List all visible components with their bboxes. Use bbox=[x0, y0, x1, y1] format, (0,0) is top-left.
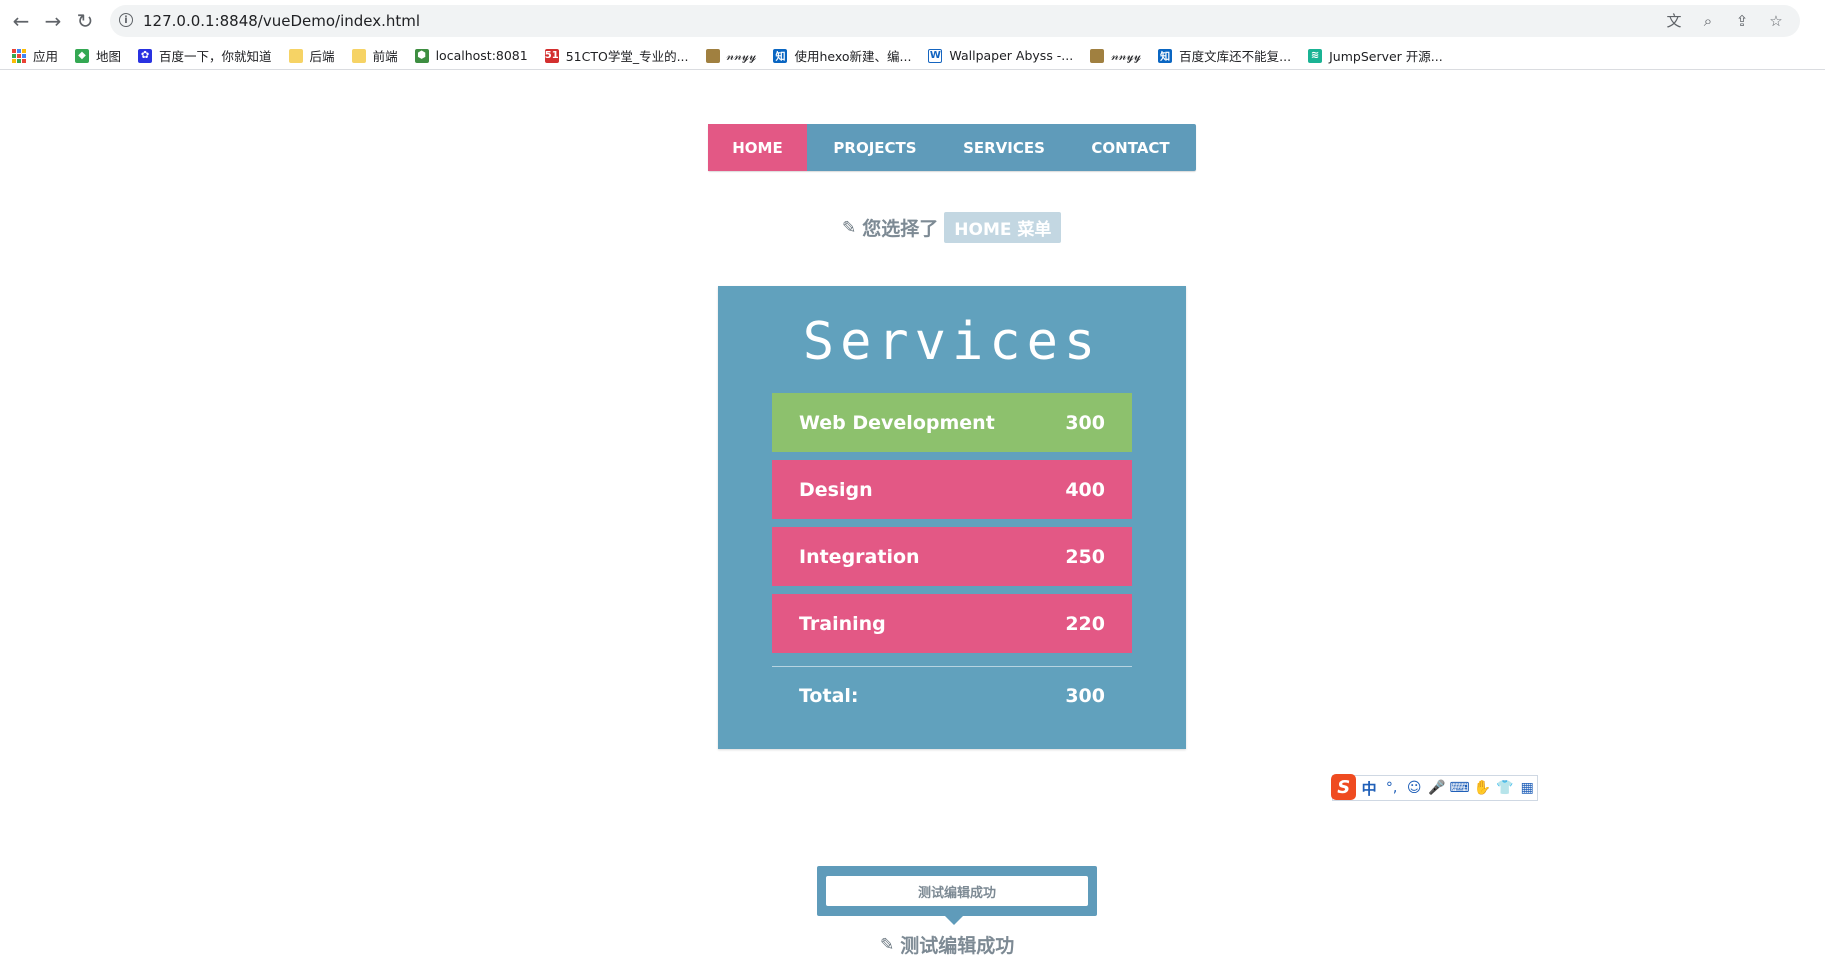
services-title: Services bbox=[802, 312, 1102, 372]
bookmark-label: 百度一下，你就知道 bbox=[159, 49, 272, 64]
menu-item-home[interactable]: HOME bbox=[708, 124, 807, 171]
service-item-training[interactable]: Training 220 bbox=[772, 594, 1132, 653]
service-item-design[interactable]: Design 400 bbox=[772, 460, 1132, 519]
avatar-icon bbox=[705, 48, 720, 63]
bookmark-label: 百度文库还不能复... bbox=[1179, 49, 1292, 64]
browser-toolbar: ← → ↻ i 127.0.0.1:8848/vueDemo/index.htm… bbox=[0, 0, 1825, 40]
bookmark-localhost[interactable]: ⬢ localhost:8081 bbox=[414, 48, 528, 63]
main-menu: HOME PROJECTS SERVICES CONTACT bbox=[708, 124, 1196, 171]
jumpserver-icon: ≋ bbox=[1308, 48, 1323, 63]
ime-emoji-icon[interactable]: ☺ bbox=[1404, 777, 1424, 799]
baidu-paw-icon: ✿ bbox=[138, 48, 153, 63]
pencil-icon: ✎ bbox=[880, 934, 895, 955]
selected-menu-badge: HOME 菜单 bbox=[944, 212, 1062, 243]
bookmark-label: Wallpaper Abyss -... bbox=[949, 48, 1074, 63]
address-bar[interactable]: i 127.0.0.1:8848/vueDemo/index.html 文 ⌕ … bbox=[110, 5, 1800, 37]
forward-arrow-icon[interactable]: → bbox=[40, 8, 66, 34]
edit-input[interactable] bbox=[826, 876, 1088, 906]
service-price: 220 bbox=[1065, 612, 1105, 635]
bookmark-wallpaper-abyss[interactable]: W Wallpaper Abyss -... bbox=[928, 48, 1073, 63]
service-name: Training bbox=[799, 612, 886, 635]
menu-item-contact[interactable]: CONTACT bbox=[1065, 124, 1196, 171]
ime-toolbox-icon[interactable]: ▦ bbox=[1517, 777, 1537, 799]
ime-voice-icon[interactable]: 🎤 bbox=[1427, 777, 1447, 799]
ime-keyboard-icon[interactable]: ⌨ bbox=[1449, 777, 1469, 799]
bookmark-maps[interactable]: ◆ 地图 bbox=[75, 46, 121, 65]
zhihu-icon: 知 bbox=[1158, 48, 1173, 63]
sogou-logo-icon[interactable]: S bbox=[1331, 774, 1357, 800]
edited-text-display: ✎ 测试编辑成功 bbox=[880, 931, 1014, 958]
ime-handwriting-icon[interactable]: ✋ bbox=[1472, 777, 1492, 799]
service-name: Design bbox=[799, 478, 873, 501]
site-info-icon[interactable]: i bbox=[119, 13, 133, 27]
total-label: Total: bbox=[799, 685, 859, 707]
bookmark-label: 𝓃𝓃𝓎𝓎 bbox=[726, 47, 757, 63]
service-price: 400 bbox=[1065, 478, 1105, 501]
bookmark-label: 前端 bbox=[372, 49, 398, 64]
ime-toolbar: S 中 °, ☺ 🎤 ⌨ ✋ 👕 ▦ bbox=[1331, 774, 1538, 801]
wallpaper-abyss-icon: W bbox=[928, 48, 943, 63]
bookmark-label: localhost:8081 bbox=[435, 48, 528, 63]
bookmark-label: 𝓃𝓃𝓎𝓎 bbox=[1111, 47, 1142, 63]
51cto-icon: 51 bbox=[544, 48, 559, 63]
zhihu-icon: 知 bbox=[773, 48, 788, 63]
bookmark-label: 51CTO学堂_专业的... bbox=[565, 49, 689, 64]
bookmark-jumpserver[interactable]: ≋ JumpServer 开源... bbox=[1308, 46, 1443, 65]
ime-punctuation-icon[interactable]: °, bbox=[1382, 777, 1402, 799]
share-icon[interactable]: ⇪ bbox=[1732, 11, 1752, 31]
menu-item-projects[interactable]: PROJECTS bbox=[807, 124, 943, 171]
total-divider bbox=[772, 666, 1132, 667]
total-value: 300 bbox=[1065, 685, 1105, 707]
selected-prefix: 您选择了 bbox=[862, 218, 939, 240]
bookmarks-bar: 应用 ◆ 地图 ✿ 百度一下，你就知道 后端 前端 ⬢ localhost:80… bbox=[0, 42, 1825, 70]
bookmark-51cto[interactable]: 51 51CTO学堂_专业的... bbox=[544, 46, 689, 65]
bookmark-baidu[interactable]: ✿ 百度一下，你就知道 bbox=[138, 46, 272, 65]
bookmark-label: JumpServer 开源... bbox=[1329, 49, 1443, 64]
service-price: 250 bbox=[1065, 545, 1105, 568]
bookmark-label: 后端 bbox=[309, 49, 335, 64]
bookmark-baidu-wenku[interactable]: 知 百度文库还不能复... bbox=[1158, 46, 1291, 65]
cube-icon: ⬢ bbox=[414, 48, 429, 63]
edit-tooltip bbox=[817, 866, 1097, 925]
service-price: 300 bbox=[1065, 411, 1105, 434]
bookmark-star-icon[interactable]: ☆ bbox=[1766, 11, 1786, 31]
service-item-integration[interactable]: Integration 250 bbox=[772, 527, 1132, 586]
selected-menu-indicator: ✎ 您选择了 HOME 菜单 bbox=[842, 212, 1062, 243]
bookmark-folder-frontend[interactable]: 前端 bbox=[351, 46, 398, 65]
services-panel: Services Web Development 300 Design 400 … bbox=[718, 286, 1186, 749]
bookmark-label: 地图 bbox=[96, 49, 122, 64]
url-text[interactable]: 127.0.0.1:8848/vueDemo/index.html bbox=[143, 12, 420, 30]
ime-skin-icon[interactable]: 👕 bbox=[1495, 777, 1515, 799]
maps-icon: ◆ bbox=[75, 48, 90, 63]
service-item-web-development[interactable]: Web Development 300 bbox=[772, 393, 1132, 452]
bookmark-label: 应用 bbox=[33, 49, 59, 64]
edited-text: 测试编辑成功 bbox=[900, 935, 1015, 957]
service-name: Web Development bbox=[799, 411, 995, 434]
pencil-icon: ✎ bbox=[842, 217, 857, 238]
bookmark-nnyy-2[interactable]: 𝓃𝓃𝓎𝓎 bbox=[1090, 48, 1141, 64]
zoom-icon[interactable]: ⌕ bbox=[1698, 11, 1718, 31]
bookmark-nnyy-1[interactable]: 𝓃𝓃𝓎𝓎 bbox=[705, 47, 757, 64]
back-arrow-icon[interactable]: ← bbox=[8, 8, 34, 34]
folder-icon bbox=[351, 48, 366, 63]
service-name: Integration bbox=[799, 545, 920, 568]
reload-icon[interactable]: ↻ bbox=[72, 8, 98, 34]
services-total: Total: 300 bbox=[772, 681, 1132, 711]
bookmark-hexo[interactable]: 知 使用hexo新建、编... bbox=[773, 46, 911, 65]
bookmark-folder-backend[interactable]: 后端 bbox=[288, 46, 335, 65]
menu-item-services[interactable]: SERVICES bbox=[943, 124, 1065, 171]
bookmark-apps[interactable]: 应用 bbox=[12, 46, 58, 65]
bookmark-label: 使用hexo新建、编... bbox=[794, 49, 912, 64]
folder-icon bbox=[288, 48, 303, 63]
avatar-icon bbox=[1090, 48, 1105, 63]
apps-grid-icon bbox=[12, 48, 26, 63]
translate-icon[interactable]: 文 bbox=[1664, 11, 1684, 31]
ime-chinese-mode-icon[interactable]: 中 bbox=[1359, 777, 1379, 799]
